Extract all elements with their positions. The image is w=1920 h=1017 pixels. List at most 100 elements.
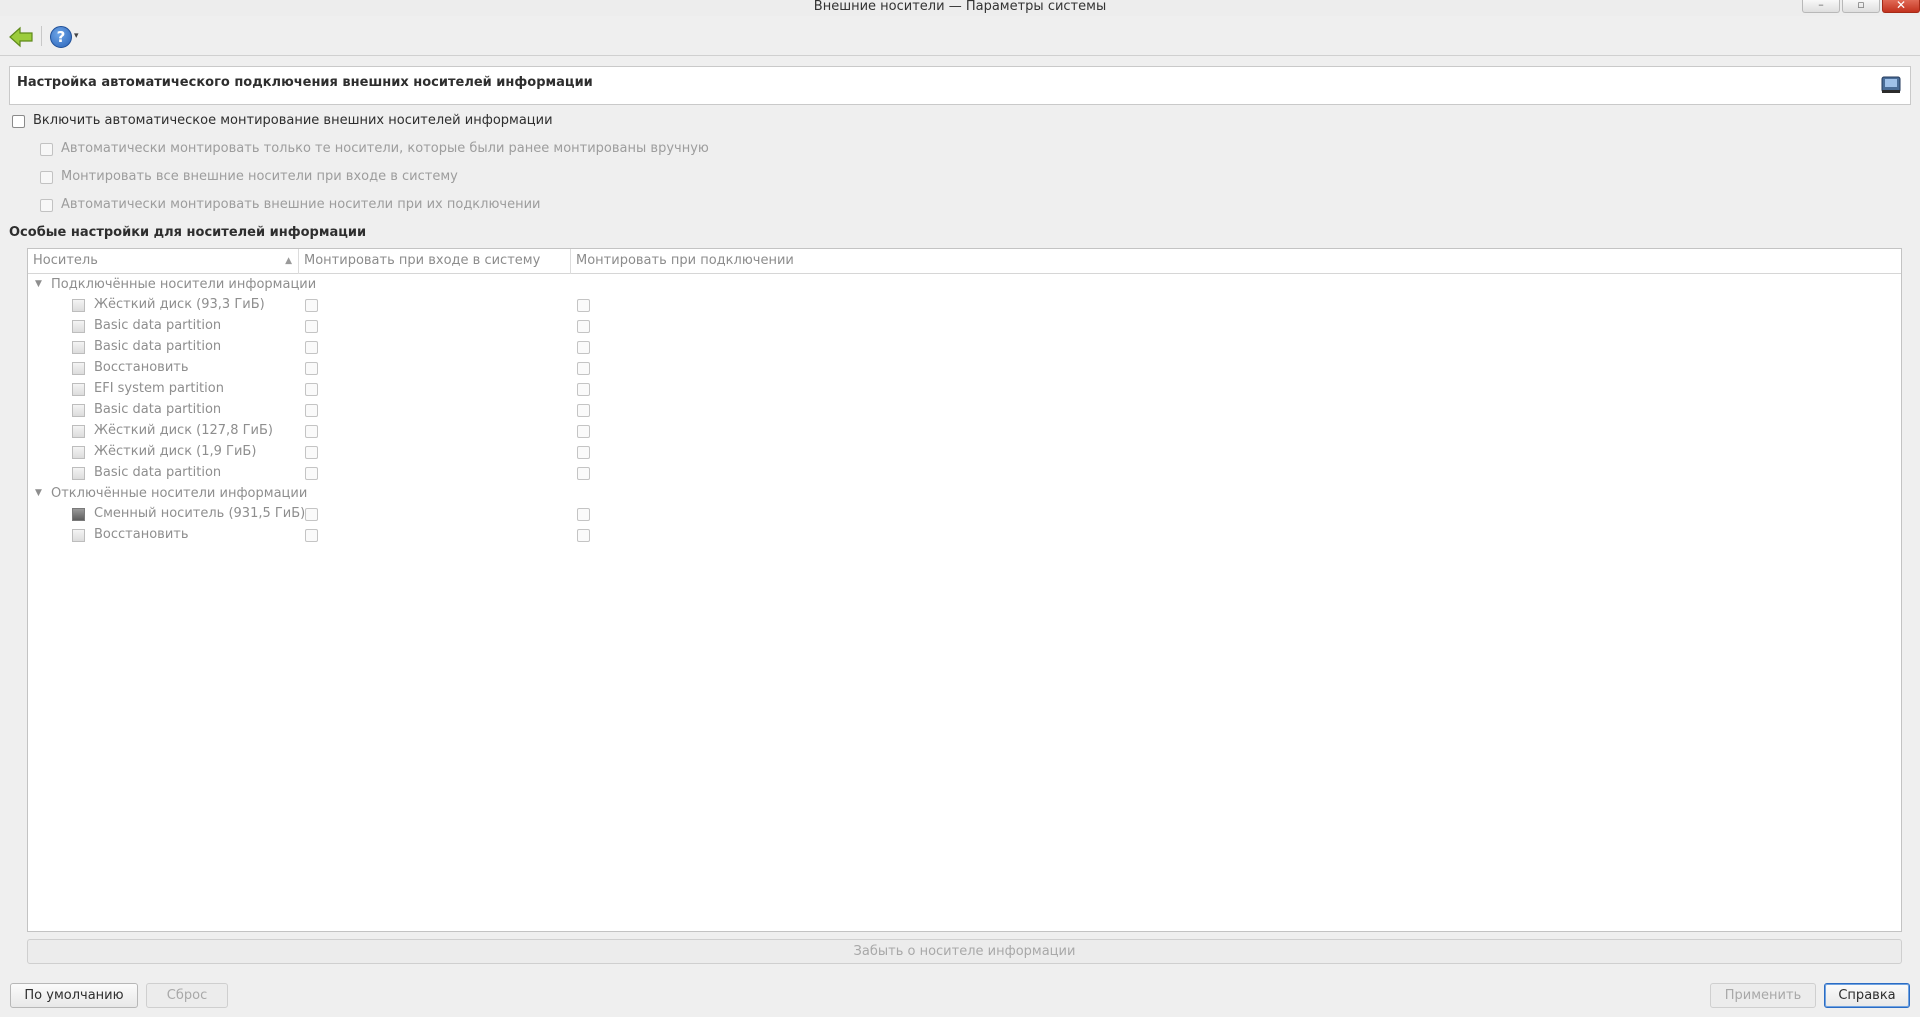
device-label: Жёсткий диск (93,3 ГиБ) [94, 297, 265, 312]
help-button[interactable]: Справка [1824, 983, 1910, 1008]
mount-on-login-row-checkbox[interactable] [305, 299, 318, 312]
mount-on-login-row-checkbox[interactable] [305, 362, 318, 375]
mount-on-attach-label[interactable]: Автоматически монтировать внешние носите… [61, 197, 541, 212]
tree-row[interactable]: EFI system partition [28, 379, 1901, 400]
only-previously-mounted-label[interactable]: Автоматически монтировать только те носи… [61, 141, 709, 156]
defaults-button[interactable]: По умолчанию [10, 983, 138, 1008]
mount-on-attach-checkbox[interactable] [40, 199, 53, 212]
device-label: Жёсткий диск (127,8 ГиБ) [94, 423, 273, 438]
drive-icon [72, 467, 85, 480]
mount-on-login-row-checkbox[interactable] [305, 467, 318, 480]
mount-on-login-row-checkbox[interactable] [305, 320, 318, 333]
mount-on-attach-row-checkbox[interactable] [577, 299, 590, 312]
tree-header: Носитель ▲ Монтировать при входе в систе… [28, 249, 1901, 274]
column-device-label: Носитель [33, 253, 98, 268]
mount-on-login-label[interactable]: Монтировать все внешние носители при вхо… [61, 169, 458, 184]
chevron-down-icon: ▾ [74, 31, 79, 41]
mount-on-attach-row-checkbox[interactable] [577, 362, 590, 375]
minimize-button[interactable]: – [1802, 0, 1840, 13]
only-previously-mounted-checkbox[interactable] [40, 143, 53, 156]
mount-on-login-row-checkbox[interactable] [305, 425, 318, 438]
device-label: Восстановить [94, 527, 189, 542]
device-label: Basic data partition [94, 465, 222, 480]
close-icon: ✕ [1895, 0, 1907, 12]
mount-on-attach-row-checkbox[interactable] [577, 446, 590, 459]
toolbar-separator [41, 26, 42, 46]
tree-row[interactable]: Жёсткий диск (93,3 ГиБ) [28, 295, 1901, 316]
mount-on-login-row-checkbox[interactable] [305, 446, 318, 459]
toolbar: ? ▾ [0, 16, 1920, 56]
back-arrow-icon [9, 26, 33, 48]
sort-ascending-icon: ▲ [285, 256, 292, 266]
device-tree[interactable]: Носитель ▲ Монтировать при входе в систе… [27, 248, 1902, 932]
tree-group[interactable]: ▼ Подключённые носители информации [28, 275, 1901, 296]
device-label: Жёсткий диск (1,9 ГиБ) [94, 444, 257, 459]
page-header: Настройка автоматического подключения вн… [9, 66, 1911, 105]
tree-row[interactable]: Basic data partition [28, 463, 1901, 484]
expand-arrow-icon[interactable]: ▼ [35, 279, 42, 289]
drive-icon [72, 383, 85, 396]
device-settings-title: Особые настройки для носителей информаци… [9, 225, 367, 240]
device-label: Basic data partition [94, 339, 222, 354]
drive-icon [72, 529, 85, 542]
drive-icon [72, 341, 85, 354]
device-label: Сменный носитель (931,5 ГиБ) [94, 506, 306, 521]
mount-on-attach-row-checkbox[interactable] [577, 425, 590, 438]
tree-group-label: Подключённые носители информации [51, 277, 317, 292]
minimize-icon: – [1818, 0, 1824, 11]
close-button[interactable]: ✕ [1882, 0, 1920, 13]
tree-row[interactable]: Жёсткий диск (127,8 ГиБ) [28, 421, 1901, 442]
mount-on-attach-row-checkbox[interactable] [577, 383, 590, 396]
forget-device-button[interactable]: Забыть о носителе информации [27, 939, 1902, 964]
mount-on-attach-row-checkbox[interactable] [577, 320, 590, 333]
reset-button[interactable]: Сброс [146, 983, 228, 1008]
column-mount-on-attach[interactable]: Монтировать при подключении [571, 249, 1901, 274]
tree-row[interactable]: Восстановить [28, 358, 1901, 379]
expand-arrow-icon[interactable]: ▼ [35, 488, 42, 498]
tree-row[interactable]: Жёсткий диск (1,9 ГиБ) [28, 442, 1901, 463]
column-device[interactable]: Носитель ▲ [28, 249, 299, 274]
mount-on-attach-row-checkbox[interactable] [577, 529, 590, 542]
maximize-icon: ▫ [1857, 0, 1865, 11]
tree-row[interactable]: Basic data partition [28, 337, 1901, 358]
tree-group[interactable]: ▼ Отключённые носители информации [28, 484, 1901, 505]
help-icon: ? [50, 26, 72, 48]
mount-on-attach-row-checkbox[interactable] [577, 508, 590, 521]
device-label: Восстановить [94, 360, 189, 375]
drive-icon [72, 320, 85, 333]
apply-button[interactable]: Применить [1710, 983, 1816, 1008]
drive-icon [72, 404, 85, 417]
drive-icon [72, 446, 85, 459]
mount-on-login-row-checkbox[interactable] [305, 383, 318, 396]
tree-row[interactable]: Basic data partition [28, 316, 1901, 337]
drive-icon [72, 425, 85, 438]
tree-group-label: Отключённые носители информации [51, 486, 308, 501]
enable-automount-checkbox[interactable] [12, 115, 25, 128]
tree-row[interactable]: Basic data partition [28, 400, 1901, 421]
mount-on-login-row-checkbox[interactable] [305, 529, 318, 542]
mount-on-login-row-checkbox[interactable] [305, 341, 318, 354]
back-button[interactable] [8, 26, 34, 48]
column-mount-on-login[interactable]: Монтировать при входе в систему [299, 249, 571, 274]
tree-row[interactable]: Сменный носитель (931,5 ГиБ) [28, 504, 1901, 525]
help-menu-button[interactable]: ? ▾ [50, 26, 84, 48]
drive-icon [72, 299, 85, 312]
removable-drive-icon [1880, 74, 1902, 96]
window-titlebar[interactable]: Внешние носители — Параметры системы – ▫… [0, 0, 1920, 16]
window-controls: – ▫ ✕ [1802, 0, 1920, 13]
mount-on-login-row-checkbox[interactable] [305, 404, 318, 417]
maximize-button[interactable]: ▫ [1842, 0, 1880, 13]
device-label: Basic data partition [94, 318, 222, 333]
drive-icon [72, 508, 85, 521]
drive-icon [72, 362, 85, 375]
mount-on-login-checkbox[interactable] [40, 171, 53, 184]
mount-on-login-row-checkbox[interactable] [305, 508, 318, 521]
device-label: EFI system partition [94, 381, 224, 396]
window-title: Внешние носители — Параметры системы [813, 0, 1107, 14]
mount-on-attach-row-checkbox[interactable] [577, 467, 590, 480]
mount-on-attach-row-checkbox[interactable] [577, 404, 590, 417]
enable-automount-label[interactable]: Включить автоматическое монтирование вне… [33, 113, 553, 128]
page-title: Настройка автоматического подключения вн… [17, 75, 593, 90]
mount-on-attach-row-checkbox[interactable] [577, 341, 590, 354]
tree-row[interactable]: Восстановить [28, 525, 1901, 546]
